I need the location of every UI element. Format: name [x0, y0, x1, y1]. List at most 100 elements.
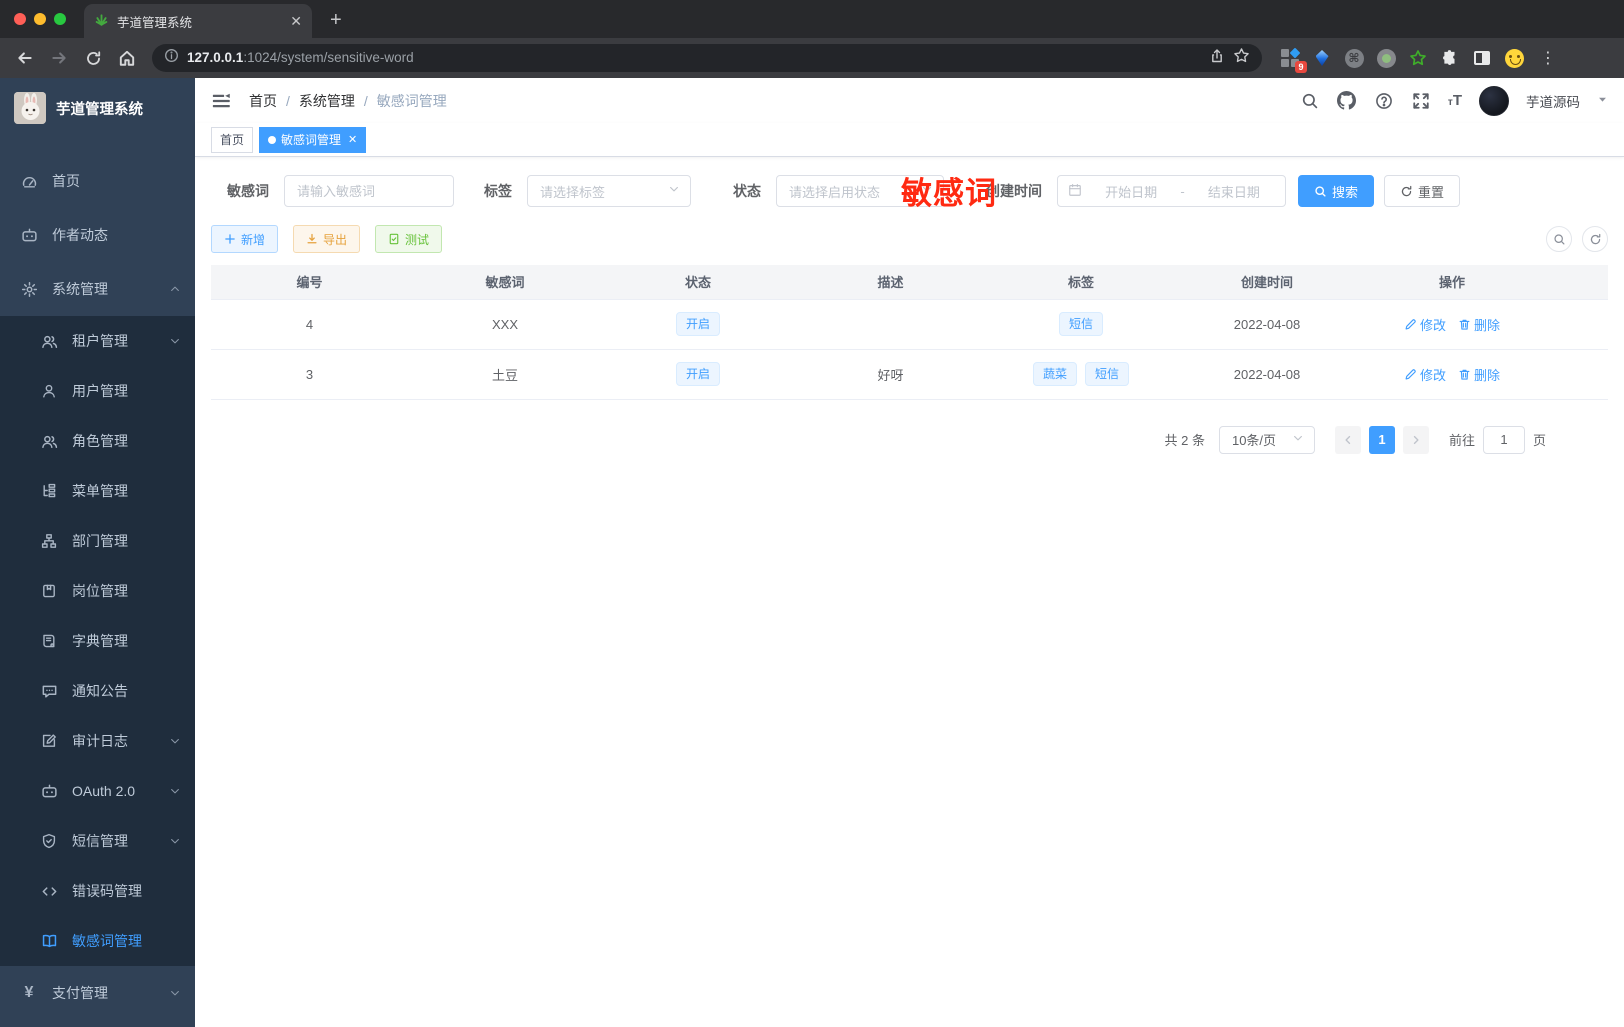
chevron-up-icon [169, 283, 181, 295]
delete-link[interactable]: 删除 [1458, 365, 1500, 384]
sidebar-item-system[interactable]: 系统管理 [0, 262, 195, 316]
tag-view-label: 敏感词管理 [281, 133, 342, 147]
puzzle-extensions-icon[interactable] [1440, 48, 1460, 68]
start-date-placeholder[interactable]: 开始日期 [1090, 182, 1172, 201]
sidebar-item-notice[interactable]: 通知公告 [0, 666, 195, 716]
close-window-button[interactable] [14, 13, 26, 25]
add-button[interactable]: 新增 [211, 225, 279, 253]
status-tag: 开启 [675, 312, 720, 336]
chevron-down-icon [1292, 432, 1304, 447]
sidebar-item-dict[interactable]: 字典管理 [0, 616, 195, 666]
home-icon[interactable] [112, 43, 142, 73]
new-tab-button[interactable]: + [330, 9, 342, 32]
user-menu-caret-icon[interactable] [1597, 92, 1608, 110]
sidebar-item-label: 通知公告 [72, 683, 128, 699]
users-icon [40, 332, 58, 350]
next-page-icon[interactable] [1402, 425, 1429, 454]
address-bar[interactable]: 127.0.0.1:1024/system/sensitive-word [152, 44, 1262, 72]
end-date-placeholder[interactable]: 结束日期 [1193, 182, 1275, 201]
kite-extension-icon[interactable] [1312, 48, 1332, 68]
show-search-icon[interactable] [1546, 226, 1572, 252]
sidebar-item-sms[interactable]: 短信管理 [0, 816, 195, 866]
test-button[interactable]: 测试 [375, 225, 443, 253]
sidebar-item-home[interactable]: 首页 [0, 154, 195, 208]
app-title: 芋道管理系统 [56, 101, 143, 118]
sidebar-item-post[interactable]: 岗位管理 [0, 566, 195, 616]
collapse-sidebar-icon[interactable] [211, 90, 233, 112]
goto-page-input[interactable] [1482, 425, 1525, 454]
side-panel-icon[interactable] [1472, 48, 1492, 68]
fullscreen-icon[interactable] [1411, 91, 1431, 111]
sidebar-item-dept[interactable]: 部门管理 [0, 516, 195, 566]
app-navbar: 首页 / 系统管理 / 敏感词管理 тT 芋道源码 [195, 78, 1624, 123]
sidebar-item-author-news[interactable]: 作者动态 [0, 208, 195, 262]
keyword-input[interactable] [284, 175, 454, 207]
edit-link[interactable]: 修改 [1404, 365, 1446, 384]
sidebar-item-pay[interactable]: ¥ 支付管理 [0, 966, 195, 1020]
export-button[interactable]: 导出 [293, 225, 361, 253]
github-icon[interactable] [1337, 91, 1357, 111]
close-tag-icon[interactable]: ✕ [348, 133, 357, 146]
tag-select[interactable]: 请选择标签 [527, 175, 691, 207]
bookmark-star-icon[interactable] [1233, 47, 1250, 69]
cell-created: 2022-04-08 [1175, 299, 1359, 350]
col-tags: 标签 [987, 265, 1175, 300]
site-info-icon[interactable] [164, 48, 179, 68]
prev-page-icon[interactable] [1334, 425, 1361, 454]
search-button[interactable]: 搜索 [1298, 175, 1375, 207]
reload-icon[interactable] [78, 43, 108, 73]
macos-traffic-lights[interactable] [14, 13, 66, 25]
edit-link[interactable]: 修改 [1404, 315, 1446, 334]
page-number-active[interactable]: 1 [1368, 425, 1395, 454]
tab-manager-extension-icon[interactable]: 9 [1280, 47, 1307, 73]
maximize-window-button[interactable] [54, 13, 66, 25]
reset-button[interactable]: 重置 [1384, 175, 1461, 207]
sidebar-item-error-code[interactable]: 错误码管理 [0, 866, 195, 916]
sidebar-item-label: OAuth 2.0 [72, 783, 136, 799]
recorder-extension-icon[interactable] [1376, 48, 1396, 68]
user-avatar[interactable] [1479, 85, 1509, 116]
browser-tab[interactable]: 芋道管理系统 ✕ [84, 4, 312, 38]
minimize-window-button[interactable] [34, 13, 46, 25]
cell-actions: 修改 删除 [1359, 349, 1545, 400]
cell-actions: 修改 删除 [1359, 299, 1545, 350]
star-extension-icon[interactable] [1408, 48, 1428, 68]
header-search-icon[interactable] [1300, 91, 1320, 111]
command-extension-icon[interactable]: ⌘ [1344, 48, 1364, 68]
sidebar-item-user[interactable]: 用户管理 [0, 366, 195, 416]
extension-badge: 9 [1294, 61, 1307, 73]
table-header-row: 编号 敏感词 状态 描述 标签 创建时间 操作 [211, 265, 1608, 300]
sidebar-item-sensitive-word[interactable]: 敏感词管理 [0, 916, 195, 966]
filter-tag-label: 标签 [484, 183, 512, 199]
tag-view-敏感词管理[interactable]: 敏感词管理 ✕ [259, 126, 367, 153]
font-size-icon[interactable]: тT [1448, 92, 1462, 109]
sidebar-item-tenant[interactable]: 租户管理 [0, 316, 195, 366]
profile-avatar-icon[interactable] [1504, 48, 1524, 68]
browser-menu-icon[interactable]: ⋮ [1536, 48, 1561, 68]
help-icon[interactable] [1374, 91, 1394, 111]
sidebar-logo-row[interactable]: 芋道管理系统 [0, 78, 195, 128]
breadcrumb-home[interactable]: 首页 [249, 91, 277, 111]
sidebar-item-label: 错误码管理 [72, 883, 142, 899]
sidebar-item-oauth[interactable]: OAuth 2.0 [0, 766, 195, 816]
username[interactable]: 芋道源码 [1526, 91, 1580, 111]
page-size-select[interactable]: 10条/页 [1218, 425, 1315, 454]
breadcrumb-system[interactable]: 系统管理 [299, 91, 355, 111]
sidebar-item-menu[interactable]: 菜单管理 [0, 466, 195, 516]
date-range-picker[interactable]: 开始日期 - 结束日期 [1057, 175, 1286, 207]
cell-word: XXX [408, 299, 602, 350]
gutter-cell [1545, 299, 1608, 350]
refresh-table-icon[interactable] [1582, 226, 1608, 252]
sidebar-item-audit-log[interactable]: 审计日志 [0, 716, 195, 766]
tag-view-首页[interactable]: 首页 [211, 126, 254, 153]
tab-close-icon[interactable]: ✕ [290, 13, 302, 30]
breadcrumb: 首页 / 系统管理 / 敏感词管理 [249, 91, 447, 111]
filter-keyword-label: 敏感词 [227, 183, 269, 199]
delete-link[interactable]: 删除 [1458, 315, 1500, 334]
sidebar-item-role[interactable]: 角色管理 [0, 416, 195, 466]
forward-icon[interactable] [44, 43, 74, 73]
share-icon[interactable] [1209, 48, 1225, 69]
back-icon[interactable] [10, 43, 40, 73]
tab-title: 芋道管理系统 [117, 15, 193, 30]
sidebar-item-label: 租户管理 [72, 333, 128, 349]
